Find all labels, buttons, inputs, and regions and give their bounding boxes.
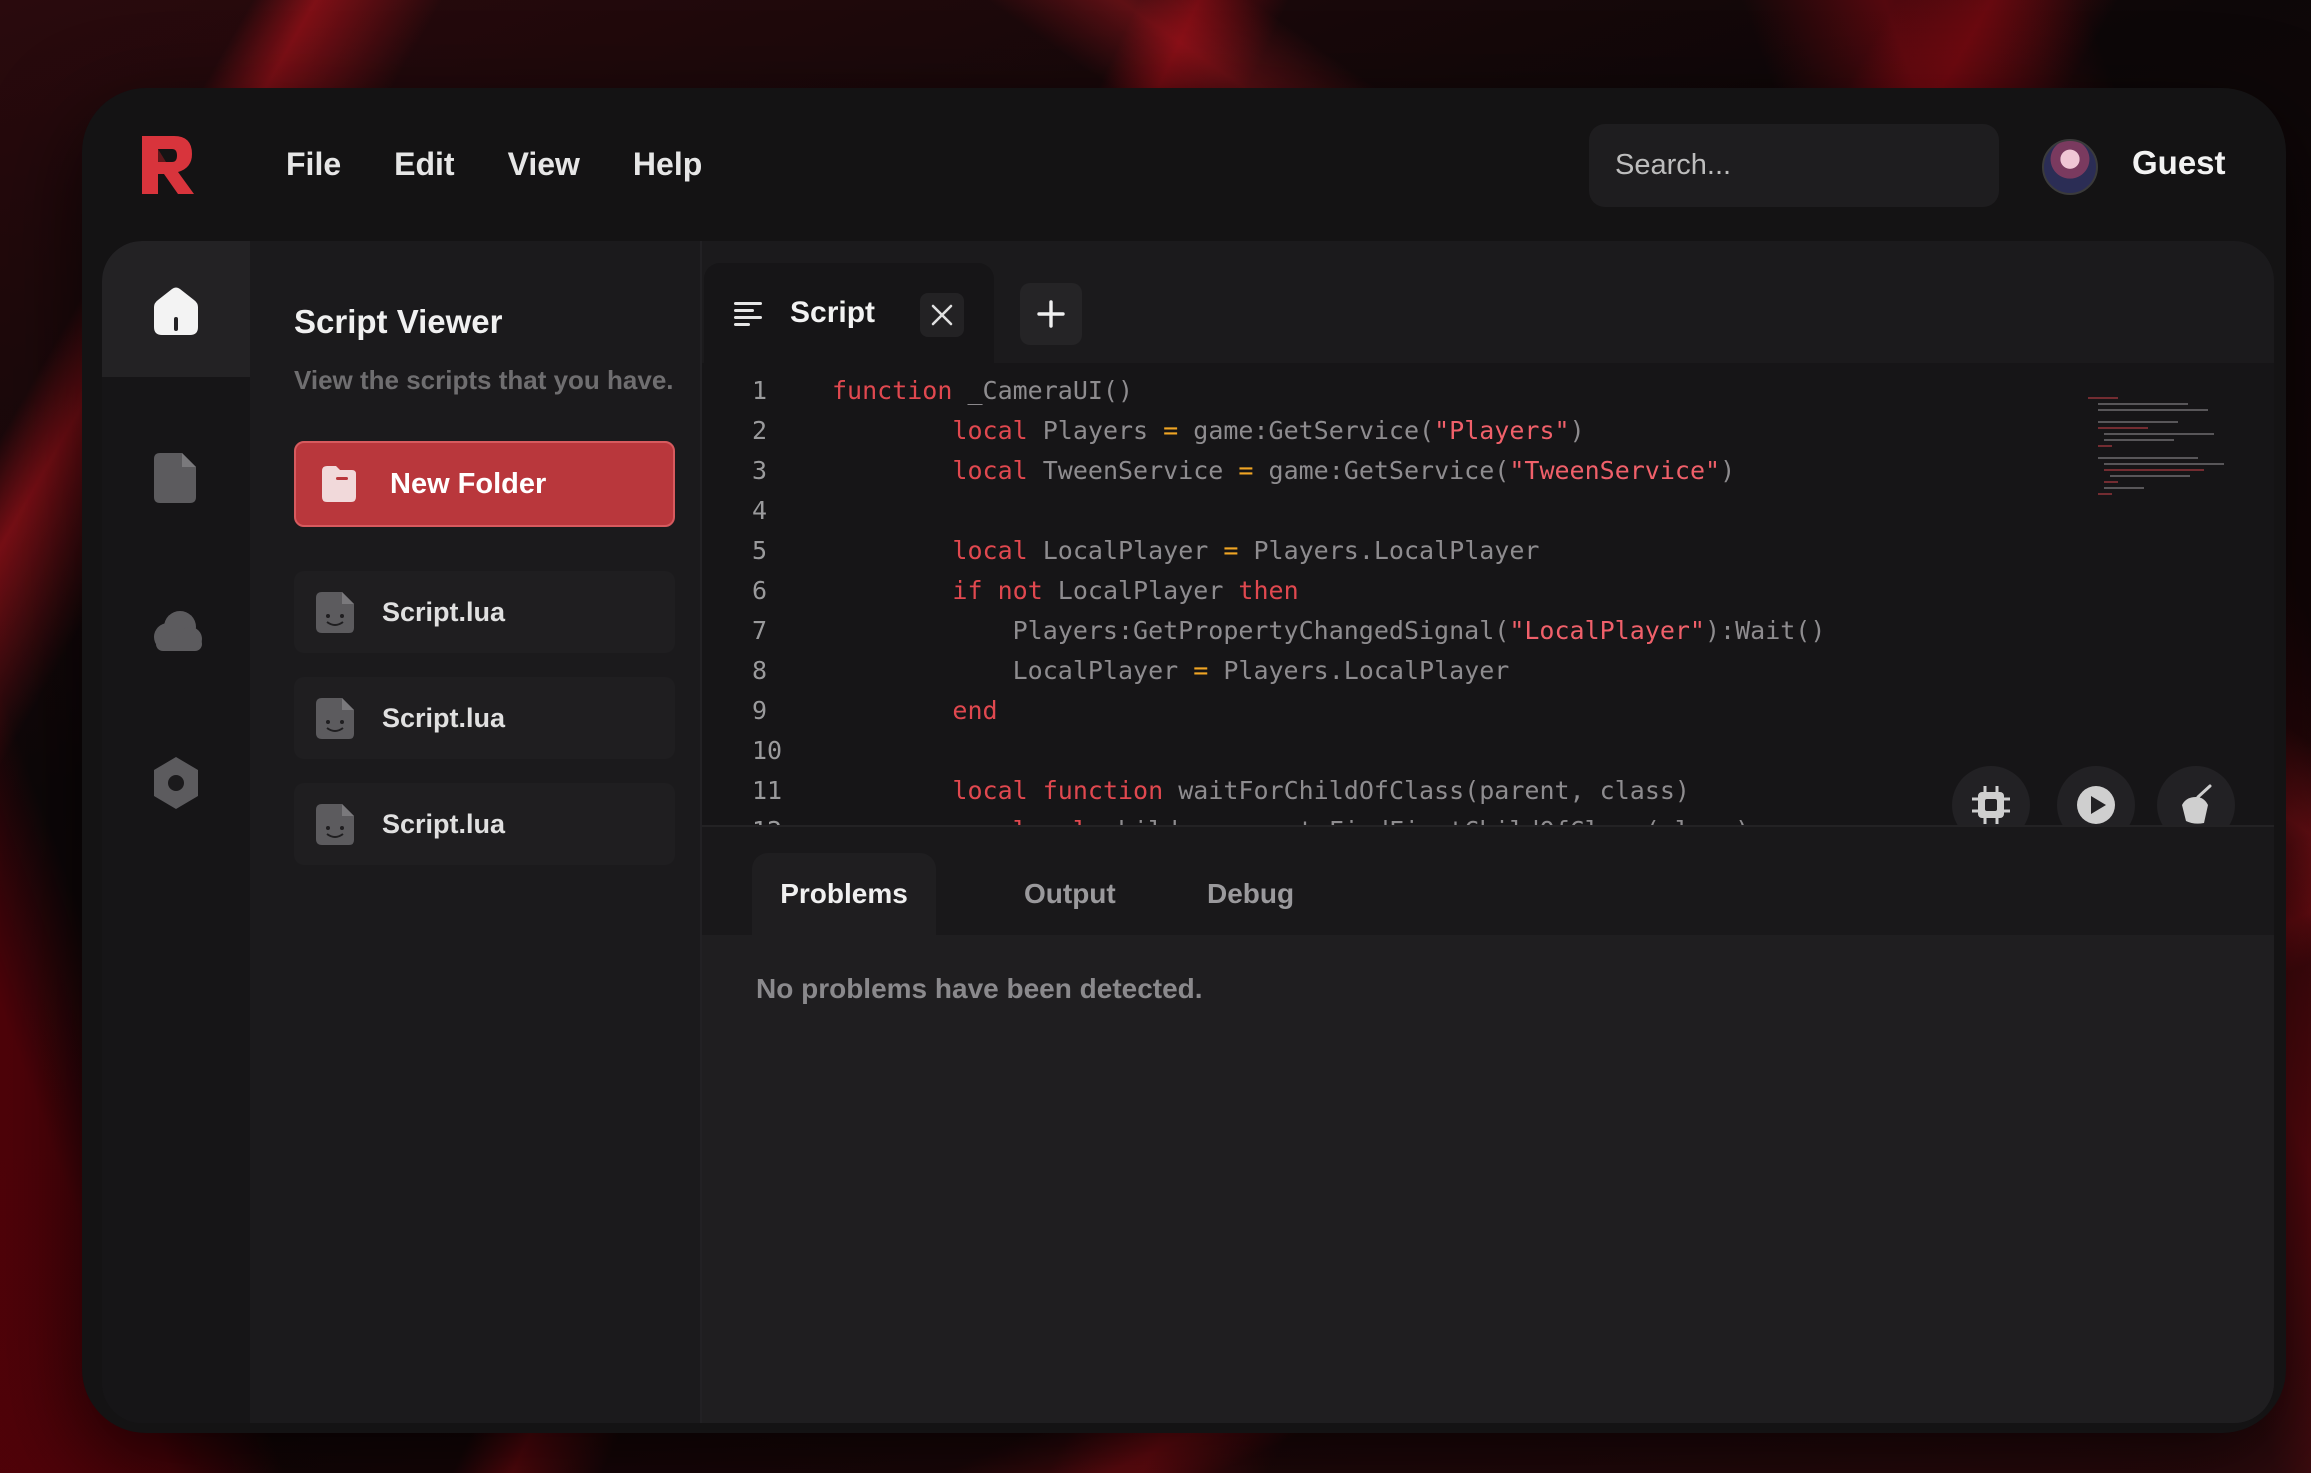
menu-view[interactable]: View	[508, 146, 580, 183]
app-window: File Edit View Help Guest	[82, 88, 2286, 1433]
code-text: local Players = game:GetService("Players…	[952, 416, 1585, 445]
script-viewer-panel: Script Viewer View the scripts that you …	[250, 241, 700, 1423]
line-number: 10	[752, 736, 783, 765]
line-number: 6	[752, 576, 768, 605]
cloud-icon[interactable]	[146, 599, 206, 659]
file-item[interactable]: Script.lua	[294, 571, 675, 653]
lua-file-icon	[316, 804, 354, 845]
file-item[interactable]: Script.lua	[294, 677, 675, 759]
user-avatar[interactable]	[2042, 139, 2098, 195]
line-number: 11	[752, 776, 783, 805]
user-name[interactable]: Guest	[2132, 144, 2226, 182]
tab-debug[interactable]: Debug	[1207, 853, 1294, 935]
menu-bar: File Edit View Help	[286, 146, 755, 183]
code-text: local function waitForChildOfClass(paren…	[952, 776, 1690, 805]
code-minimap[interactable]	[2088, 393, 2248, 543]
main-panel: Script Viewer View the scripts that you …	[102, 241, 2274, 1423]
close-icon	[931, 304, 953, 326]
code-editor[interactable]: 1 function _CameraUI() 2 local Players = g…	[702, 363, 2274, 825]
lua-file-icon	[316, 698, 354, 739]
new-folder-button[interactable]: New Folder	[294, 441, 675, 527]
file-name: Script.lua	[382, 808, 506, 839]
file-icon[interactable]	[146, 447, 206, 507]
folder-icon	[322, 466, 356, 502]
settings-icon[interactable]	[146, 753, 206, 813]
bottom-panel: Problems Output Debug No problems have b…	[702, 825, 2274, 1423]
search-box	[1589, 124, 1999, 207]
code-text: LocalPlayer = Players.LocalPlayer	[832, 656, 1510, 685]
app-logo	[142, 136, 194, 194]
menu-edit[interactable]: Edit	[394, 146, 454, 183]
line-number: 8	[752, 656, 768, 685]
play-icon	[2077, 786, 2115, 824]
file-name: Script.lua	[382, 596, 506, 627]
menu-help[interactable]: Help	[633, 146, 702, 183]
new-folder-label: New Folder	[390, 467, 547, 500]
no-problems-message: No problems have been detected.	[756, 973, 1203, 1004]
home-icon[interactable]	[146, 281, 206, 341]
lua-file-icon	[316, 592, 354, 633]
code-text: end	[952, 696, 998, 725]
line-number: 9	[752, 696, 768, 725]
add-tab-button[interactable]	[1020, 283, 1082, 345]
tab-script[interactable]: Script	[704, 263, 994, 363]
file-name: Script.lua	[382, 702, 506, 733]
icon-rail	[102, 241, 250, 1423]
panel-title: Script Viewer	[294, 303, 503, 340]
panel-subtitle: View the scripts that you have.	[294, 365, 674, 395]
tab-bar: Script	[702, 241, 2274, 363]
code-text: if not LocalPlayer then	[952, 576, 1299, 605]
code-text: function _CameraUI()	[832, 376, 1134, 405]
tab-label: Script	[790, 296, 876, 329]
search-input[interactable]	[1615, 149, 1992, 182]
line-number: 2	[752, 416, 768, 445]
editor-area: Script 1 function _CameraUI() 2 local Pl…	[700, 241, 2274, 1423]
plus-icon	[1037, 300, 1065, 328]
line-number: 5	[752, 536, 768, 565]
code-text: local TweenService = game:GetService("Tw…	[952, 456, 1736, 485]
broom-icon	[2182, 784, 2212, 824]
tab-output[interactable]: Output	[1024, 853, 1116, 935]
menu-file[interactable]: File	[286, 146, 341, 183]
line-number: 12	[752, 811, 802, 825]
chip-icon	[1972, 786, 2010, 824]
line-number: 3	[752, 456, 768, 485]
code-text: local LocalPlayer = Players.LocalPlayer	[952, 536, 1540, 565]
file-item[interactable]: Script.lua	[294, 783, 675, 865]
code-text: Players:GetPropertyChangedSignal("LocalP…	[832, 616, 1826, 645]
line-number: 7	[752, 616, 768, 645]
code-text: local child = parent:FindFirstChildOfCla…	[832, 811, 1751, 825]
close-tab-button[interactable]	[920, 293, 964, 337]
text-lines-icon	[734, 302, 762, 326]
line-number: 1	[752, 376, 768, 405]
line-number: 4	[752, 496, 768, 525]
tab-problems[interactable]: Problems	[752, 853, 936, 935]
problems-content: No problems have been detected.	[702, 935, 2274, 1423]
